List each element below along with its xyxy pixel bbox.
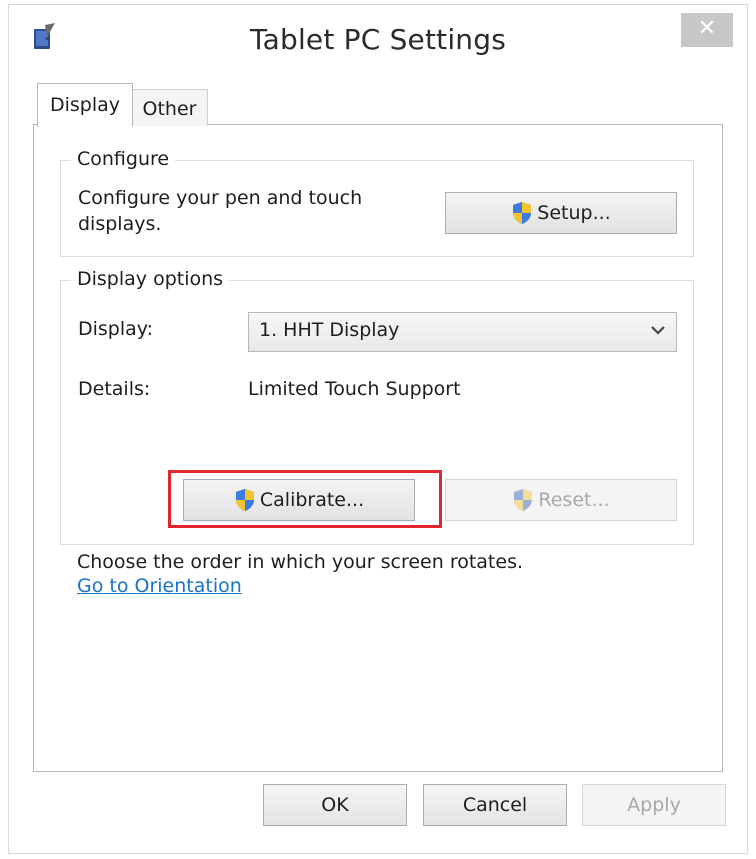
reset-button-label: Reset... [538, 489, 610, 511]
details-value: Limited Touch Support [248, 378, 461, 400]
configure-description-line1: Configure your pen and touch [78, 187, 363, 209]
tab-other-label: Other [142, 98, 197, 120]
cancel-button[interactable]: Cancel [423, 784, 567, 826]
details-label: Details: [78, 378, 151, 400]
reset-button[interactable]: Reset... [445, 479, 677, 521]
window-title: Tablet PC Settings [249, 23, 507, 56]
display-select-value: 1. HHT Display [259, 319, 400, 341]
configure-description-line2: displays. [78, 213, 162, 235]
tab-display-label: Display [49, 94, 121, 116]
close-icon: ✕ [697, 16, 717, 41]
configure-legend: Configure [71, 148, 176, 170]
apply-button[interactable]: Apply [582, 784, 726, 826]
tab-display[interactable]: Display [37, 83, 133, 127]
orientation-text: Choose the order in which your screen ro… [77, 551, 524, 573]
display-select[interactable]: 1. HHT Display [248, 312, 677, 352]
display-tab-panel: Configure Configure your pen and touch d… [33, 124, 723, 772]
setup-button[interactable]: Setup... [445, 192, 677, 234]
display-label: Display: [78, 318, 154, 340]
uac-shield-icon [513, 202, 532, 224]
ok-button-label: OK [321, 794, 349, 816]
go-to-orientation-link[interactable]: Go to Orientation [77, 575, 242, 597]
title-bar: Tablet PC Settings ✕ [9, 5, 747, 73]
chevron-down-icon [651, 326, 665, 335]
display-options-legend: Display options [71, 268, 230, 290]
close-button[interactable]: ✕ [681, 13, 733, 47]
cancel-button-label: Cancel [462, 794, 528, 816]
uac-shield-icon [235, 489, 254, 511]
calibrate-button[interactable]: Calibrate... [183, 479, 415, 521]
apply-button-label: Apply [627, 794, 681, 816]
tablet-pc-settings-dialog: Tablet PC Settings ✕ Display Other Confi… [8, 4, 748, 854]
configure-group: Configure Configure your pen and touch d… [60, 148, 694, 257]
uac-shield-icon [514, 489, 533, 511]
ok-button[interactable]: OK [263, 784, 407, 826]
display-options-group: Display options Display: 1. HHT Display … [60, 268, 694, 545]
setup-button-label: Setup... [537, 202, 611, 224]
tab-other[interactable]: Other [131, 89, 208, 126]
calibrate-button-label: Calibrate... [259, 489, 365, 511]
